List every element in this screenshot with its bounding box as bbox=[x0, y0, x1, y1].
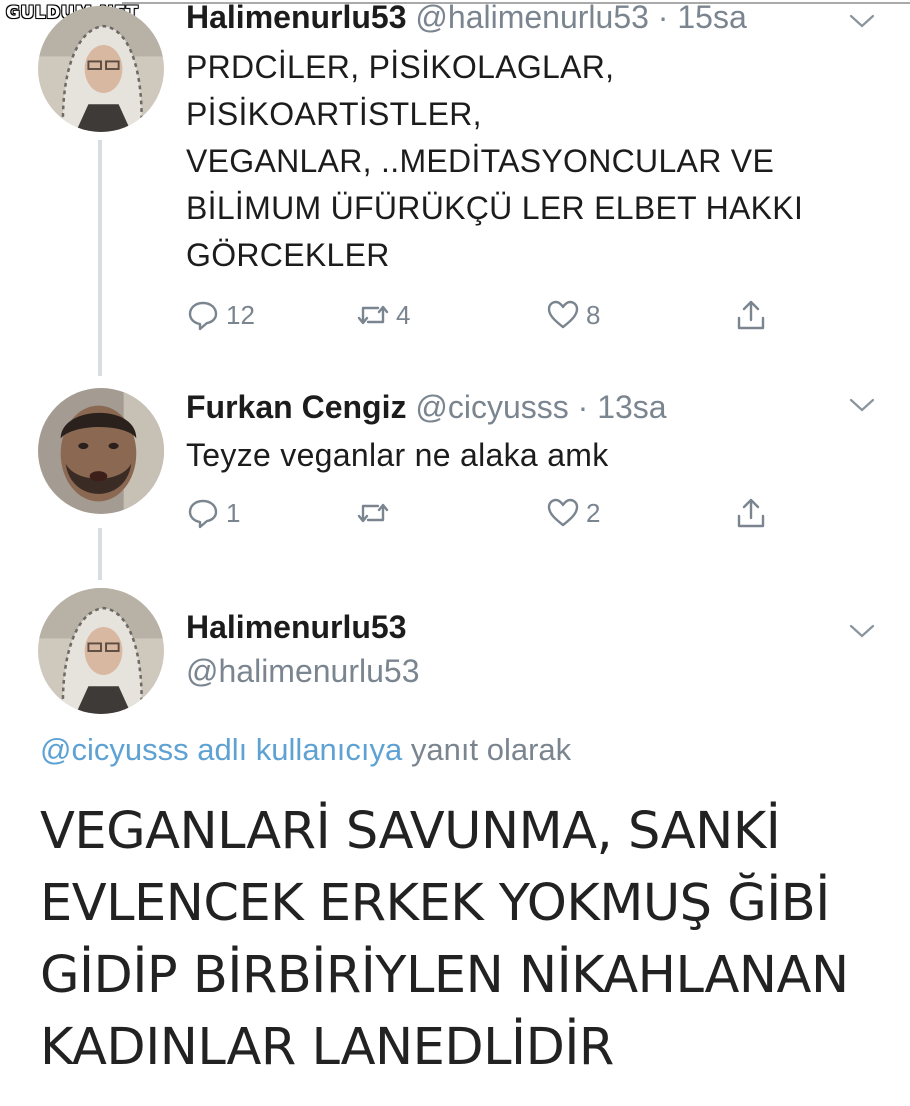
retweet-count: 4 bbox=[396, 299, 411, 330]
tweet-line: PİSİKOARTİSTLER, bbox=[186, 96, 482, 132]
reply-icon bbox=[188, 499, 218, 529]
tweet-time[interactable]: 13sa bbox=[597, 389, 666, 425]
tweet-line: GİDİP BİRBİRİYLEN NİKAHLANAN bbox=[40, 946, 849, 1005]
share-button[interactable] bbox=[734, 298, 768, 332]
like-count: 8 bbox=[586, 299, 601, 330]
tweet-text: Teyze veganlar ne alaka amk bbox=[186, 432, 609, 479]
like-count: 2 bbox=[586, 497, 601, 528]
tweet-header: Halimenurlu53 @halimenurlu53 · 15sa bbox=[186, 0, 747, 35]
thread-connector bbox=[98, 528, 102, 580]
like-icon bbox=[547, 498, 579, 527]
tweet-line: KADINLAR LANEDLİDİR bbox=[40, 1018, 614, 1077]
reply-to-link[interactable]: @cicyusss adlı kullanıcıya bbox=[40, 732, 402, 767]
like-button[interactable]: 2 bbox=[546, 496, 600, 530]
reply-to-label: yanıt olarak bbox=[410, 732, 572, 767]
chevron-down-icon[interactable] bbox=[848, 396, 876, 414]
share-icon bbox=[737, 498, 765, 528]
user-handle[interactable]: @halimenurlu53 bbox=[186, 653, 420, 689]
share-icon bbox=[737, 300, 765, 330]
tweet-line: GÖRCEKLER bbox=[186, 237, 390, 273]
reply-count: 12 bbox=[226, 299, 255, 330]
tweet-time[interactable]: 15sa bbox=[677, 0, 746, 35]
tweet-line: Teyze veganlar ne alaka amk bbox=[186, 437, 609, 473]
chevron-down-icon[interactable] bbox=[848, 12, 876, 30]
tweet-line: VEGANLAR, ..MEDİTASYONCULAR VE bbox=[186, 143, 775, 179]
user-handle[interactable]: @cicyusss bbox=[415, 389, 568, 425]
tweet-actions: 1 2 bbox=[186, 496, 786, 536]
tweet-line: VEGANLARİ SAVUNMA, SANKİ bbox=[40, 802, 781, 861]
like-button[interactable]: 8 bbox=[546, 298, 600, 332]
main-display-name[interactable]: Halimenurlu53 bbox=[186, 608, 407, 646]
retweet-icon bbox=[357, 503, 389, 523]
avatar[interactable] bbox=[38, 388, 164, 514]
display-name[interactable]: Halimenurlu53 bbox=[186, 609, 407, 645]
tweet-line: BİLİMUM ÜFÜRÜKÇÜ LER ELBET HAKKI bbox=[186, 190, 804, 226]
tweet-text: PRDCİLER, PİSİKOLAGLAR, PİSİKOARTİSTLER,… bbox=[186, 44, 803, 279]
tweet-line: EVLENCEK ERKEK YOKMUŞ ĞİBİ bbox=[40, 874, 830, 933]
tweet-header: Furkan Cengiz @cicyusss · 13sa bbox=[186, 389, 667, 425]
avatar[interactable] bbox=[38, 588, 164, 714]
user-handle[interactable]: @halimenurlu53 bbox=[415, 0, 649, 35]
retweet-button[interactable]: 4 bbox=[356, 298, 410, 332]
reply-count: 1 bbox=[226, 497, 241, 528]
display-name[interactable]: Furkan Cengiz bbox=[186, 389, 406, 425]
chevron-down-icon[interactable] bbox=[848, 622, 876, 640]
main-tweet-text: VEGANLARİ SAVUNMA, SANKİ EVLENCEK ERKEK … bbox=[40, 796, 849, 1084]
reply-button[interactable]: 1 bbox=[186, 496, 240, 530]
tweet-line: PRDCİLER, PİSİKOLAGLAR, bbox=[186, 49, 615, 85]
like-icon bbox=[547, 300, 579, 329]
avatar[interactable] bbox=[38, 6, 164, 132]
share-button[interactable] bbox=[734, 496, 768, 530]
main-user-handle[interactable]: @halimenurlu53 bbox=[186, 652, 420, 690]
display-name[interactable]: Halimenurlu53 bbox=[186, 0, 407, 35]
retweet-icon bbox=[357, 305, 389, 325]
retweet-button[interactable] bbox=[356, 496, 396, 530]
tweet-actions: 12 4 8 bbox=[186, 298, 786, 338]
thread-connector bbox=[98, 140, 102, 376]
reply-button[interactable]: 12 bbox=[186, 298, 255, 332]
reply-icon bbox=[188, 301, 218, 331]
reply-context: @cicyusss adlı kullanıcıya yanıt olarak bbox=[40, 732, 571, 768]
